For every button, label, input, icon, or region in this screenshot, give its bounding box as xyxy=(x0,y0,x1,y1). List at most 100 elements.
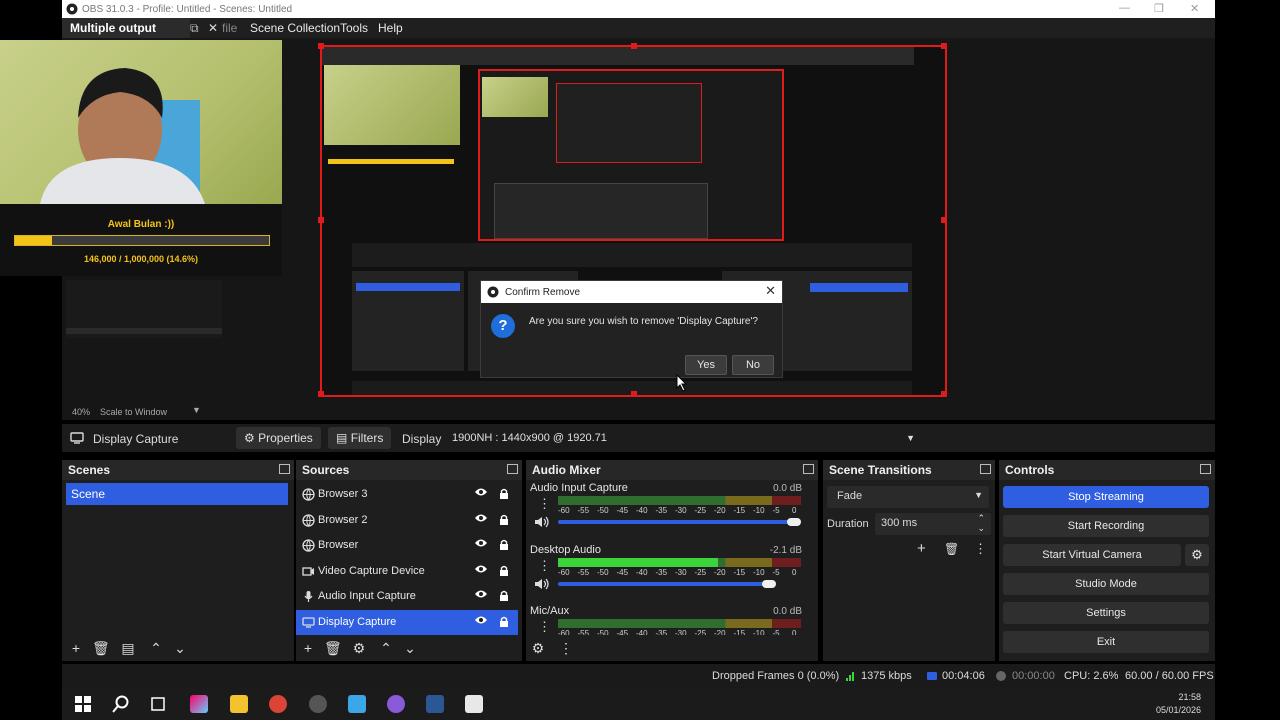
menu-scene-collection[interactable]: Scene Collection xyxy=(250,21,340,35)
lock-icon[interactable] xyxy=(499,488,509,500)
lock-icon[interactable] xyxy=(499,565,509,577)
more-options-icon[interactable]: ⋮ xyxy=(538,619,551,635)
studio-mode-button[interactable]: Studio Mode xyxy=(1003,573,1209,595)
virtual-camera-settings-gear-icon[interactable]: ⚙ xyxy=(1185,544,1209,566)
volume-slider-handle[interactable] xyxy=(762,579,777,588)
gear-icon[interactable]: ⚙ xyxy=(351,640,367,656)
spinner-icon[interactable]: ⌃ ⌄ xyxy=(977,513,985,533)
dock-float-icon[interactable] xyxy=(803,464,814,474)
speaker-icon[interactable] xyxy=(534,578,550,590)
eye-icon[interactable] xyxy=(474,615,488,625)
display-select[interactable]: 1900NH : 1440x900 @ 1920.71 ▼ xyxy=(445,427,920,449)
source-row[interactable]: Display Capture xyxy=(296,609,518,635)
lock-icon[interactable] xyxy=(499,590,509,602)
speaker-icon[interactable] xyxy=(534,516,550,528)
minimize-icon[interactable]: — xyxy=(1119,2,1130,14)
document-icon[interactable] xyxy=(465,695,483,713)
eye-icon[interactable] xyxy=(474,538,488,548)
more-options-icon[interactable]: ⋮ xyxy=(974,541,987,557)
resize-handle[interactable] xyxy=(941,391,947,397)
windows-start-icon[interactable] xyxy=(74,695,92,713)
word-icon[interactable] xyxy=(426,695,444,713)
start-virtual-camera-button[interactable]: Start Virtual Camera xyxy=(1003,544,1181,566)
scene-item[interactable]: Scene xyxy=(66,483,288,505)
chrome-icon[interactable] xyxy=(269,695,287,713)
lock-icon[interactable] xyxy=(499,514,509,526)
search-icon[interactable] xyxy=(112,695,130,713)
yes-button[interactable]: Yes xyxy=(685,355,727,375)
trash-icon[interactable]: 🗑 xyxy=(944,542,959,556)
clock[interactable]: 21:58 05/01/2026 xyxy=(1156,691,1201,717)
browser-icon[interactable] xyxy=(387,695,405,713)
move-down-icon[interactable]: ⌄ xyxy=(402,640,418,656)
dock-float-icon[interactable] xyxy=(980,464,991,474)
resize-handle[interactable] xyxy=(318,43,324,49)
move-down-icon[interactable]: ⌄ xyxy=(172,640,188,656)
volume-slider-handle[interactable] xyxy=(786,518,801,526)
start-recording-button[interactable]: Start Recording xyxy=(1003,515,1209,537)
volume-slider-track[interactable] xyxy=(558,581,770,586)
advanced-audio-gear-icon[interactable]: ⚙ xyxy=(530,640,546,656)
more-options-icon[interactable]: ⋮ xyxy=(538,496,551,512)
move-up-icon[interactable]: ⌃ xyxy=(148,640,164,656)
restore-icon[interactable]: ❐ xyxy=(1154,2,1164,15)
more-options-icon[interactable]: ⋮ xyxy=(558,640,574,656)
move-up-icon[interactable]: ⌃ xyxy=(378,640,394,656)
add-icon[interactable]: + xyxy=(917,540,926,557)
resize-handle[interactable] xyxy=(941,217,947,223)
zoom-mode[interactable]: Scale to Window xyxy=(100,407,167,417)
eye-icon[interactable] xyxy=(474,564,488,574)
dock-float-icon[interactable]: ⧉ xyxy=(190,21,199,36)
menu-file[interactable]: file xyxy=(222,21,237,35)
obs-taskbar-icon[interactable] xyxy=(309,695,327,713)
properties-button[interactable]: ⚙ Properties xyxy=(236,427,321,449)
eye-icon[interactable] xyxy=(474,589,488,599)
source-row[interactable]: Browser 2 xyxy=(296,508,518,533)
exit-button[interactable]: Exit xyxy=(1003,631,1209,653)
add-icon[interactable]: + xyxy=(68,640,84,656)
panel-scrollbar[interactable] xyxy=(66,328,222,334)
eye-icon[interactable] xyxy=(474,487,488,497)
file-explorer-icon[interactable] xyxy=(230,695,248,713)
chevron-down-icon[interactable]: ▼ xyxy=(192,405,201,415)
resize-handle[interactable] xyxy=(318,217,324,223)
lock-icon[interactable] xyxy=(499,539,509,551)
resize-handle[interactable] xyxy=(631,391,637,397)
trash-icon[interactable]: 🗑 xyxy=(92,640,110,656)
source-row[interactable]: Audio Input Capture xyxy=(296,584,518,609)
dock-float-icon[interactable] xyxy=(507,464,518,474)
source-row[interactable]: Video Capture Device xyxy=(296,559,518,584)
filters-button[interactable]: ▤ Filters xyxy=(328,427,392,449)
settings-button[interactable]: Settings xyxy=(1003,602,1209,624)
task-view-icon[interactable] xyxy=(150,695,168,713)
dialog-close-icon[interactable]: ✕ xyxy=(765,283,776,299)
copilot-icon[interactable] xyxy=(190,695,208,713)
stop-streaming-button[interactable]: Stop Streaming xyxy=(1003,486,1209,508)
menu-help[interactable]: Help xyxy=(378,21,403,35)
eye-icon[interactable] xyxy=(474,513,488,523)
chevron-down-icon[interactable]: ▼ xyxy=(906,428,915,448)
close-icon[interactable]: ✕ xyxy=(1190,2,1199,15)
lock-icon[interactable] xyxy=(499,616,509,628)
dock-close-icon[interactable]: ✕ xyxy=(208,21,218,35)
resize-handle[interactable] xyxy=(318,391,324,397)
volume-slider-track[interactable] xyxy=(558,520,794,524)
add-icon[interactable]: + xyxy=(300,640,316,656)
app-icon[interactable] xyxy=(348,695,366,713)
duration-input[interactable]: 300 ms ⌃ ⌄ xyxy=(875,513,991,535)
dock-float-icon[interactable] xyxy=(279,464,290,474)
source-row[interactable]: Browser xyxy=(296,533,518,558)
resize-handle[interactable] xyxy=(631,43,637,49)
multiple-output-dock-tab[interactable]: Multiple output xyxy=(62,18,190,38)
filter-icon[interactable]: ▤ xyxy=(120,640,136,656)
source-row[interactable]: Browser 3 xyxy=(296,482,518,507)
trash-icon[interactable]: 🗑 xyxy=(324,640,342,656)
more-options-icon[interactable]: ⋮ xyxy=(538,558,551,574)
resize-handle[interactable] xyxy=(941,43,947,49)
no-button[interactable]: No xyxy=(732,355,774,375)
chevron-down-icon[interactable]: ▼ xyxy=(974,490,983,500)
dock-float-icon[interactable] xyxy=(1200,464,1211,474)
nested-webcam-2 xyxy=(482,77,548,117)
menu-tools[interactable]: Tools xyxy=(340,21,368,35)
transition-type-select[interactable]: Fade ▼ xyxy=(827,486,989,508)
